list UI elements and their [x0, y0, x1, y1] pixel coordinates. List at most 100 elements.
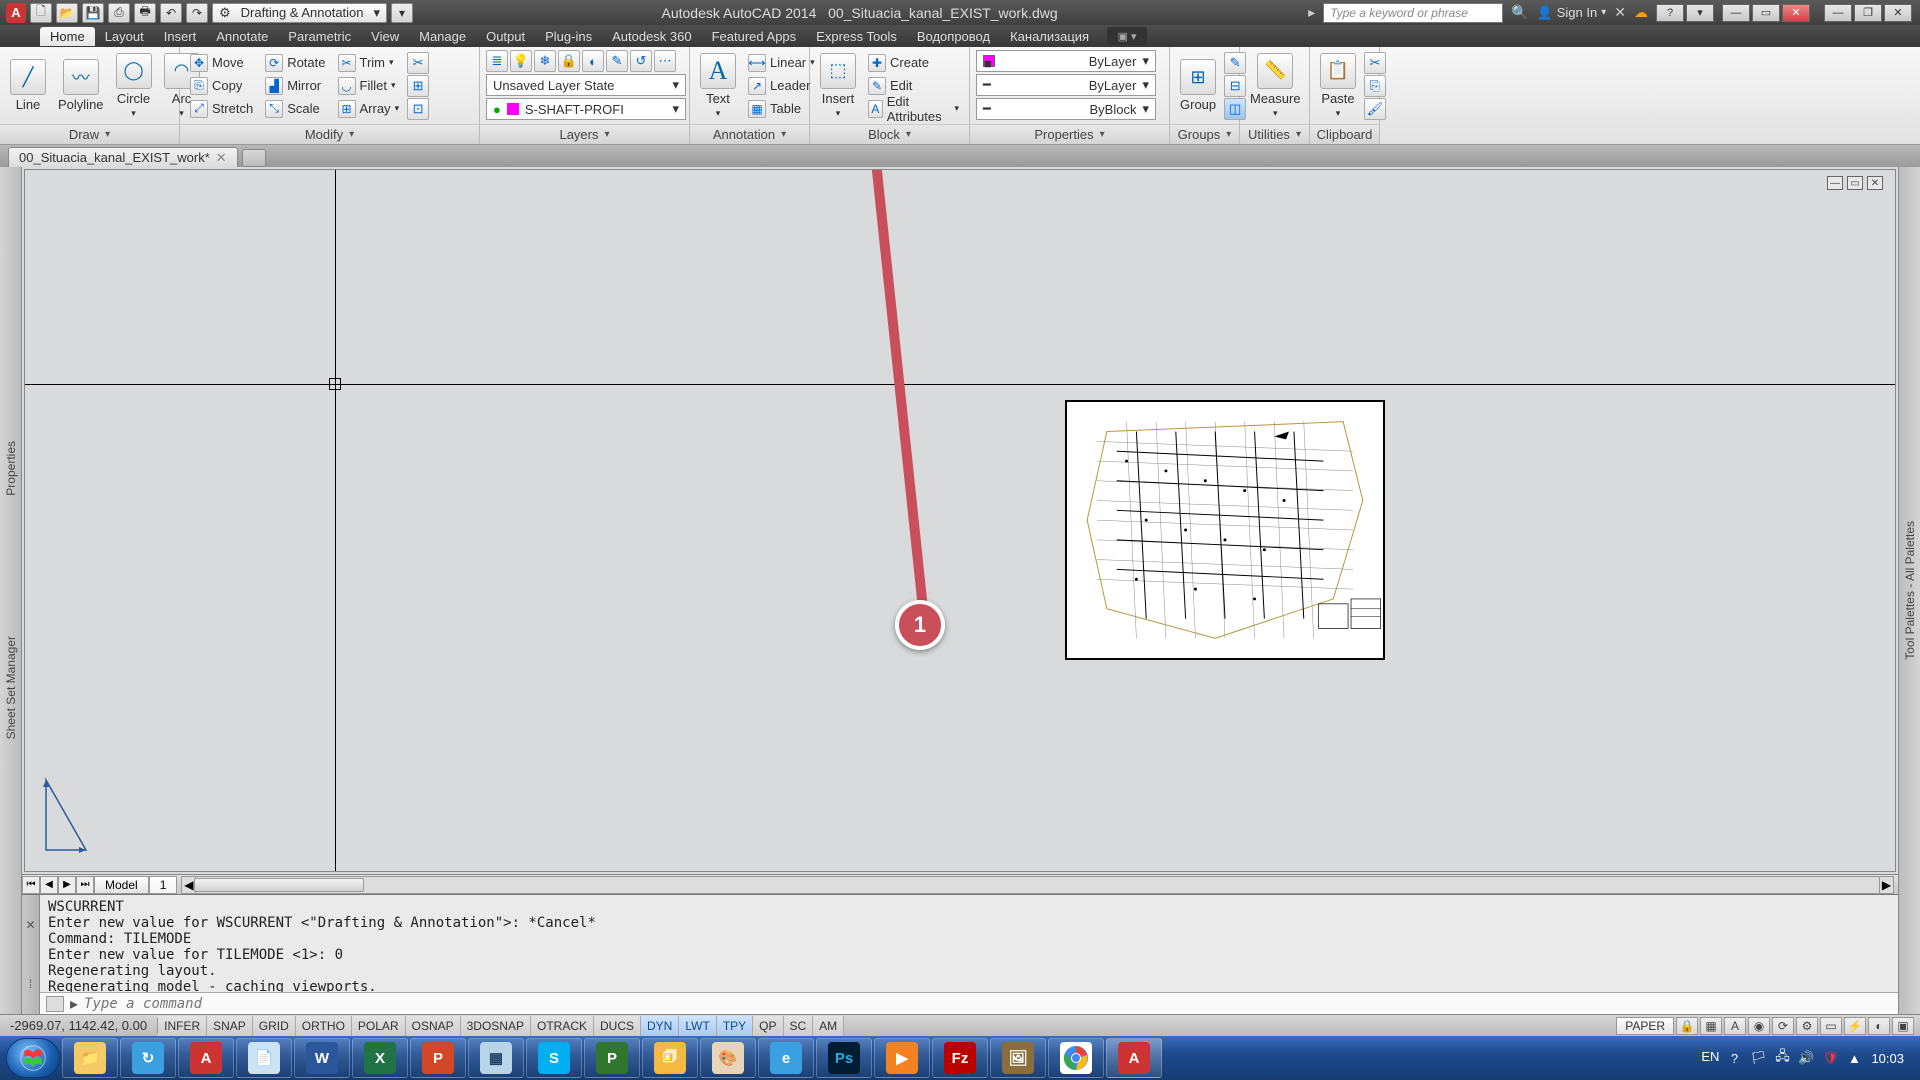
line-button[interactable]: ╱Line: [6, 57, 50, 114]
tray-icons[interactable]: EN ? 🏳 🖧 🔊 🛡 ▲: [1701, 1049, 1863, 1067]
layout-next-icon[interactable]: ▶: [58, 876, 76, 894]
paste-button[interactable]: 📋Paste▾: [1316, 51, 1360, 121]
move-button[interactable]: ✥Move: [186, 52, 257, 74]
qat-redo-icon[interactable]: ↷: [186, 3, 208, 23]
search-input[interactable]: Type a keyword or phrase: [1323, 3, 1503, 23]
command-input[interactable]: [84, 996, 1892, 1012]
qat-saveas-icon[interactable]: ⎙: [108, 3, 130, 23]
layer-freeze-icon[interactable]: ❄: [534, 50, 556, 72]
matchprop-icon[interactable]: 🖌: [1364, 98, 1386, 120]
qat-open-icon[interactable]: 📂: [56, 3, 78, 23]
command-history[interactable]: WSCURRENT Enter new value for WSCURRENT …: [40, 895, 1898, 992]
cmd-handle-icon[interactable]: ⁞: [22, 955, 39, 1015]
workspace-selector[interactable]: ⚙ Drafting & Annotation ▾: [212, 3, 387, 23]
sb-hardware-icon[interactable]: ⚡: [1844, 1017, 1866, 1035]
tray-shield-icon[interactable]: 🛡: [1821, 1049, 1839, 1067]
layout-tab-model[interactable]: Model: [94, 876, 149, 894]
layer-prop-icon[interactable]: ≣: [486, 50, 508, 72]
panel-draw-title[interactable]: Draw: [0, 124, 179, 144]
menu-output[interactable]: Output: [476, 27, 535, 46]
linear-dim-button[interactable]: ⟷Linear▾: [744, 52, 819, 74]
menu-featured-apps[interactable]: Featured Apps: [702, 27, 807, 46]
task-explorer[interactable]: 📁: [62, 1038, 118, 1078]
qat-more-icon[interactable]: ▾: [391, 3, 413, 23]
help-icon[interactable]: ?: [1656, 4, 1684, 22]
task-filezilla[interactable]: Fz: [932, 1038, 988, 1078]
layout-tab-1[interactable]: 1: [149, 876, 178, 894]
task-project[interactable]: P: [584, 1038, 640, 1078]
menu-водопровод[interactable]: Водопровод: [907, 27, 1000, 46]
rotate-button[interactable]: ⟳Rotate: [261, 52, 329, 74]
menu-view[interactable]: View: [361, 27, 409, 46]
task-ie[interactable]: e: [758, 1038, 814, 1078]
layer-lock-icon[interactable]: 🔒: [558, 50, 580, 72]
cut-icon[interactable]: ✂: [1364, 52, 1386, 74]
toggle-ducs[interactable]: DUCS: [594, 1016, 641, 1036]
coordinates-display[interactable]: -2969.07, 1142.42, 0.00: [0, 1018, 158, 1033]
circle-button[interactable]: ◯Circle▾: [112, 51, 156, 121]
space-indicator[interactable]: PAPER: [1616, 1017, 1674, 1035]
polyline-button[interactable]: 〰Polyline: [54, 57, 108, 114]
sb-grid-icon[interactable]: ▦: [1700, 1017, 1722, 1035]
trim-button[interactable]: ✂Trim ▾: [334, 52, 404, 74]
color-selector[interactable]: ■ByLayer▾: [976, 50, 1156, 72]
drawing-canvas[interactable]: — ▭ ✕: [24, 169, 1896, 872]
text-button[interactable]: AText▾: [696, 51, 740, 121]
toggle-qp[interactable]: QP: [753, 1016, 783, 1036]
tray-network-icon[interactable]: 🖧: [1773, 1049, 1791, 1067]
task-autocad-1[interactable]: A: [178, 1038, 234, 1078]
sb-isolate-icon[interactable]: ◐: [1868, 1017, 1890, 1035]
sb-annoscale-icon[interactable]: A: [1724, 1017, 1746, 1035]
task-skype[interactable]: S: [526, 1038, 582, 1078]
task-chrome[interactable]: [1048, 1038, 1104, 1078]
right-palette-bar[interactable]: Tool Palettes - All Palettes: [1898, 167, 1920, 1014]
copy-button[interactable]: ⎘Copy: [186, 75, 257, 97]
viewport-max-icon[interactable]: ▭: [1847, 176, 1863, 190]
task-powerpoint[interactable]: P: [410, 1038, 466, 1078]
sb-annoviz-icon[interactable]: ◉: [1748, 1017, 1770, 1035]
menu-manage[interactable]: Manage: [409, 27, 476, 46]
modify-extra-1[interactable]: ✂: [407, 52, 429, 74]
toggle-infer[interactable]: INFER: [158, 1016, 207, 1036]
file-tab[interactable]: 00_Situacia_kanal_EXIST_work*✕: [8, 147, 238, 167]
measure-button[interactable]: 📏Measure▾: [1246, 51, 1305, 121]
toggle-tpy[interactable]: TPY: [717, 1016, 753, 1036]
toggle-dyn[interactable]: DYN: [641, 1016, 679, 1036]
panel-groups-title[interactable]: Groups: [1170, 124, 1239, 144]
toggle-3dosnap[interactable]: 3DOSNAP: [461, 1016, 531, 1036]
create-block-button[interactable]: ✚Create: [864, 52, 963, 74]
scale-button[interactable]: ⤡Scale: [261, 98, 329, 120]
maximize-button[interactable]: ▭: [1752, 4, 1780, 22]
task-photoshop[interactable]: Ps: [816, 1038, 872, 1078]
new-tab-button[interactable]: [242, 149, 266, 167]
toggle-otrack[interactable]: OTRACK: [531, 1016, 594, 1036]
properties-palette-tab[interactable]: Properties: [4, 441, 18, 496]
toggle-ortho[interactable]: ORTHO: [296, 1016, 352, 1036]
task-media[interactable]: ▶: [874, 1038, 930, 1078]
qat-print-icon[interactable]: 🖶: [134, 3, 156, 23]
layer-on-icon[interactable]: 💡: [510, 50, 532, 72]
close-tab-icon[interactable]: ✕: [216, 150, 227, 166]
task-word[interactable]: W: [294, 1038, 350, 1078]
panel-utilities-title[interactable]: Utilities: [1240, 124, 1309, 144]
a360-icon[interactable]: ☁: [1634, 4, 1648, 21]
close-button[interactable]: ✕: [1782, 4, 1810, 22]
mirror-button[interactable]: ▟Mirror: [261, 75, 329, 97]
menu-insert[interactable]: Insert: [154, 27, 207, 46]
panel-block-title[interactable]: Block: [810, 124, 969, 144]
menu-home[interactable]: Home: [40, 27, 95, 46]
tool-palettes-tab[interactable]: Tool Palettes - All Palettes: [1903, 521, 1917, 660]
qat-save-icon[interactable]: 💾: [82, 3, 104, 23]
layer-state-selector[interactable]: Unsaved Layer State▾: [486, 74, 686, 96]
task-excel[interactable]: X: [352, 1038, 408, 1078]
app-icon[interactable]: A: [6, 3, 26, 23]
panel-layers-title[interactable]: Layers: [480, 124, 689, 144]
linetype-selector[interactable]: ━ByLayer▾: [976, 74, 1156, 96]
layer-match-icon[interactable]: ✎: [606, 50, 628, 72]
help-menu-icon[interactable]: ▾: [1686, 4, 1714, 22]
qat-new-icon[interactable]: 🗋: [30, 3, 52, 23]
paper-viewport[interactable]: [1065, 400, 1385, 660]
task-sync[interactable]: ↻: [120, 1038, 176, 1078]
toggle-lwt[interactable]: LWT: [679, 1016, 716, 1036]
menu-expand-icon[interactable]: ▣ ▾: [1107, 27, 1147, 45]
